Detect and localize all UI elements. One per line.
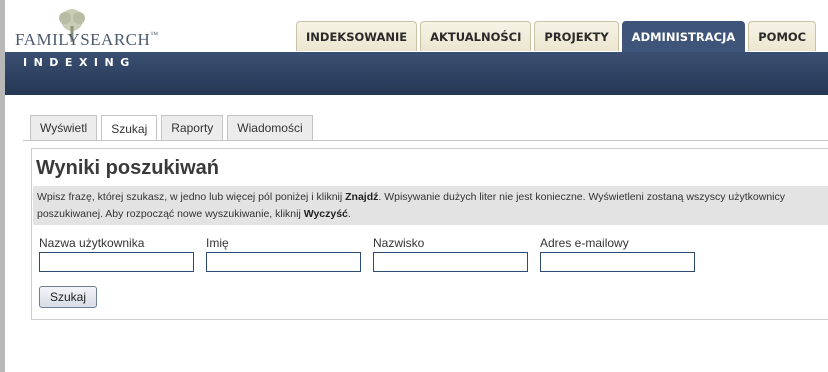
username-input[interactable]: [39, 252, 194, 272]
page-title: Wyniki poszukiwań: [36, 157, 219, 179]
tab-indeksowanie[interactable]: INDEKSOWANIE: [296, 21, 418, 51]
first-name-label: Imię: [206, 236, 229, 250]
instructions-part-2: . Wpisywanie dużych liter nie jest konie…: [378, 191, 786, 203]
subtab-divider: [23, 140, 828, 141]
tab-administracja[interactable]: ADMINISTRACJA: [621, 21, 746, 52]
header: FAMILYSEARCH™ INDEXING INDEKSOWANIE AKTU…: [5, 0, 828, 95]
tab-projekty[interactable]: PROJEKTY: [534, 21, 619, 51]
instructions-part-4: .: [347, 208, 351, 220]
tab-pomoc[interactable]: POMOC: [748, 21, 817, 51]
instructions-part-3: poszukiwanej. Aby rozpocząć nowe wyszuki…: [37, 208, 304, 220]
email-label: Adres e-mailowy: [540, 236, 629, 250]
last-name-input[interactable]: [373, 252, 528, 272]
logo-text: FAMILYSEARCH: [15, 30, 151, 49]
sub-tabs: Wyświetl Szukaj Raporty Wiadomości: [30, 115, 313, 141]
tab-aktualnosci[interactable]: AKTUALNOŚCI: [420, 21, 532, 51]
subtab-wiadomosci[interactable]: Wiadomości: [227, 115, 313, 140]
username-label: Nazwa użytkownika: [39, 236, 145, 250]
instructions-clear-keyword: Wyczyść: [303, 208, 348, 220]
subtab-wyswietl[interactable]: Wyświetl: [30, 115, 98, 140]
indexing-label: INDEXING: [23, 56, 136, 69]
instructions-part-1: Wpisz frazę, której szukasz, w jedno lub…: [37, 191, 346, 203]
search-button[interactable]: Szukaj: [39, 286, 97, 308]
familysearch-logo[interactable]: FAMILYSEARCH™: [15, 30, 159, 50]
instructions: Wpisz frazę, której szukasz, w jedno lub…: [33, 186, 828, 225]
last-name-label: Nazwisko: [373, 236, 425, 250]
first-name-input[interactable]: [206, 252, 361, 272]
email-input[interactable]: [540, 252, 695, 272]
subtab-raporty[interactable]: Raporty: [161, 115, 224, 140]
instructions-find-keyword: Znajdź: [345, 191, 379, 203]
main-nav: INDEKSOWANIE AKTUALNOŚCI PROJEKTY ADMINI…: [296, 21, 817, 52]
subtab-szukaj[interactable]: Szukaj: [101, 115, 158, 141]
